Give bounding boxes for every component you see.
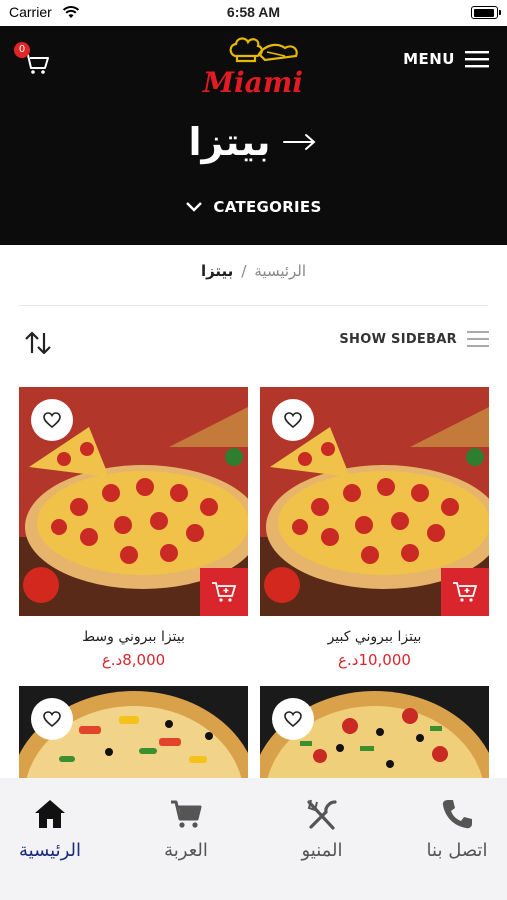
header-cart-button[interactable]: 0 — [14, 42, 54, 80]
categories-label: CATEGORIES — [213, 198, 322, 216]
brand-logo[interactable]: Miami — [193, 30, 313, 100]
heart-icon — [284, 412, 302, 428]
back-arrow-icon[interactable] — [282, 132, 318, 152]
sort-arrows-icon — [25, 331, 51, 355]
phone-icon — [442, 800, 472, 829]
heart-icon — [43, 711, 61, 727]
utensils-icon — [307, 799, 337, 830]
add-cart-icon — [453, 582, 478, 602]
favorite-button[interactable] — [272, 399, 314, 441]
hamburger-icon — [465, 51, 489, 68]
add-to-cart-button[interactable] — [200, 568, 248, 616]
tab-home-label: الرئيسية — [19, 840, 81, 861]
product-image[interactable] — [19, 686, 248, 778]
tab-contact[interactable]: اتصل بنا — [397, 798, 507, 861]
product-card[interactable]: بيتزا ببروني وسط 8,000د.ع — [19, 387, 248, 669]
breadcrumb-home-link[interactable]: الرئيسية — [254, 262, 306, 280]
battery-icon — [471, 6, 501, 19]
status-bar: Carrier 6:58 AM — [0, 0, 507, 26]
show-sidebar-button[interactable]: SHOW SIDEBAR — [339, 330, 489, 348]
tab-cart[interactable]: العربة — [126, 798, 246, 861]
breadcrumb: الرئيسية / بيتزا — [19, 262, 488, 280]
header: 0 Miami MENU بيتزا CATEGORIES — [0, 26, 507, 245]
tab-menu[interactable]: المنيو — [262, 798, 382, 861]
list-icon — [467, 331, 489, 347]
page-title: بيتزا — [188, 120, 271, 164]
clock: 6:58 AM — [226, 4, 281, 20]
product-image[interactable] — [260, 387, 489, 616]
brand-name: Miami — [202, 66, 303, 99]
product-card[interactable]: بيتزا ببروني كبير 10,000د.ع — [260, 387, 489, 669]
cart-icon — [171, 800, 202, 828]
show-sidebar-label: SHOW SIDEBAR — [339, 331, 457, 347]
heart-icon — [284, 711, 302, 727]
product-price: 8,000د.ع — [101, 651, 166, 669]
tab-cart-label: العربة — [164, 840, 208, 861]
cart-count-badge: 0 — [14, 42, 30, 58]
favorite-button[interactable] — [272, 698, 314, 740]
product-image[interactable] — [19, 387, 248, 616]
product-card[interactable] — [19, 686, 248, 778]
product-name[interactable]: بيتزا ببروني وسط — [19, 629, 248, 645]
add-to-cart-button[interactable] — [441, 568, 489, 616]
add-cart-icon — [212, 582, 237, 602]
product-card[interactable] — [260, 686, 489, 778]
home-icon — [35, 800, 65, 828]
divider — [19, 305, 488, 306]
favorite-button[interactable] — [31, 698, 73, 740]
tab-menu-label: المنيو — [301, 840, 343, 861]
menu-label: MENU — [403, 50, 455, 68]
favorite-button[interactable] — [31, 399, 73, 441]
sort-button[interactable] — [24, 330, 52, 356]
tab-contact-label: اتصل بنا — [426, 840, 488, 861]
heart-icon — [43, 412, 61, 428]
bottom-tab-bar: الرئيسية العربة المنيو اتصل بنا — [0, 778, 507, 900]
chevron-down-icon — [186, 202, 203, 212]
tab-home[interactable]: الرئيسية — [0, 798, 110, 861]
menu-button[interactable]: MENU — [403, 50, 489, 68]
product-image[interactable] — [260, 686, 489, 778]
product-name[interactable]: بيتزا ببروني كبير — [260, 629, 489, 645]
chef-hat-icon — [229, 37, 298, 63]
breadcrumb-current: بيتزا — [200, 262, 234, 280]
page-title-row: بيتزا — [0, 120, 507, 164]
categories-button[interactable]: CATEGORIES — [0, 198, 507, 216]
product-price: 10,000د.ع — [338, 651, 411, 669]
breadcrumb-separator: / — [241, 262, 247, 280]
